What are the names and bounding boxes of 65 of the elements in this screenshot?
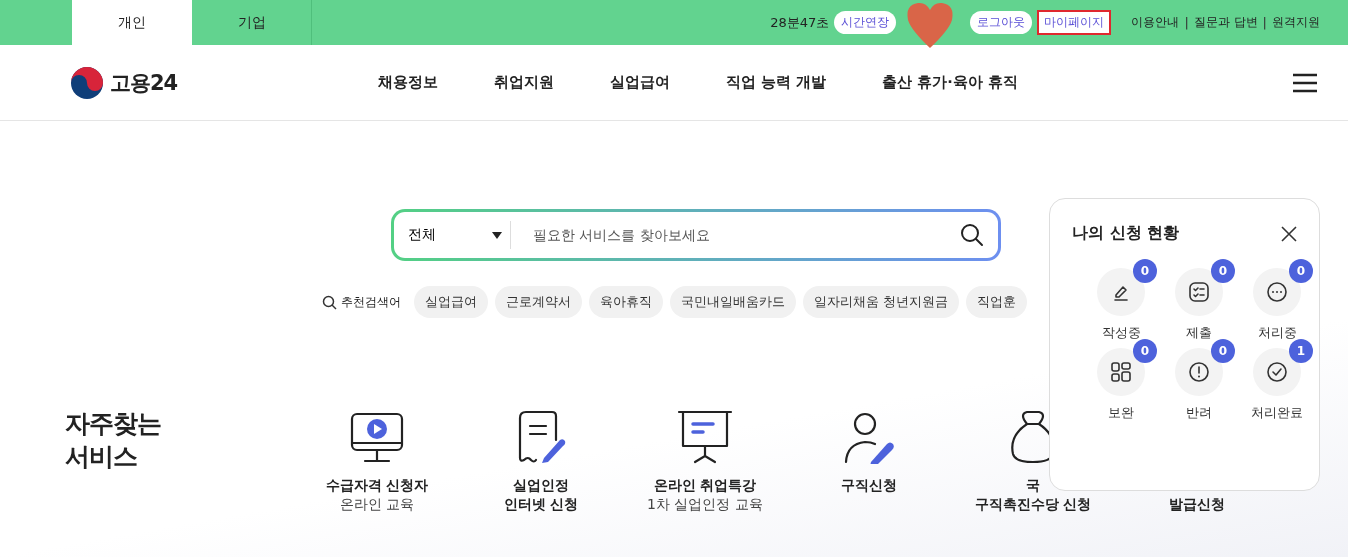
keyword-chip[interactable]: 근로계약서: [495, 286, 582, 318]
top-tab[interactable]: 기업: [192, 0, 312, 45]
service-label[interactable]: 구직촉진수당 신청: [974, 495, 1092, 514]
keyword-chip[interactable]: 직업훈: [966, 286, 1028, 318]
recommended-label: 추천검색어: [341, 293, 401, 311]
status-label: 처리완료: [1251, 404, 1303, 422]
service-label[interactable]: 수급자격 신청자: [325, 476, 429, 495]
top-link[interactable]: 이용안내: [1131, 14, 1180, 31]
top-link[interactable]: 질문과 답변: [1193, 14, 1258, 31]
search-icon[interactable]: [960, 223, 984, 247]
count-badge: 0: [1133, 339, 1157, 363]
extend-session-button[interactable]: 시간연장: [834, 11, 897, 34]
panel-title: 나의 신청 현황: [1072, 223, 1180, 244]
top-link[interactable]: 원격지원: [1272, 14, 1320, 31]
service-label[interactable]: 국: [1026, 476, 1040, 495]
service-label[interactable]: 구직신청: [841, 476, 897, 495]
service-label[interactable]: 실업인정: [513, 476, 569, 495]
status-label: 제출: [1186, 324, 1212, 342]
checklist-icon: [1188, 281, 1210, 303]
check-circle-icon: [1266, 361, 1288, 383]
session-timer: 28분47초: [770, 13, 830, 32]
keyword-chip[interactable]: 육아휴직: [589, 286, 663, 318]
monitor-play-icon: [350, 412, 404, 464]
heart-icon: [905, 0, 956, 50]
logo-icon: [70, 65, 104, 100]
status-label: 보완: [1108, 404, 1134, 422]
link-separator: |: [1184, 15, 1189, 30]
nav-link[interactable]: 채용정보: [350, 73, 466, 92]
status-label: 반려: [1186, 404, 1212, 422]
person-edit-icon: [843, 412, 895, 464]
close-icon[interactable]: [1281, 225, 1297, 242]
service-label[interactable]: 온라인 취업특강: [653, 476, 757, 495]
service-label[interactable]: 온라인 교육: [339, 495, 415, 514]
count-badge: 0: [1211, 339, 1235, 363]
logo-text: 고용24: [110, 69, 178, 97]
service-label[interactable]: 인터넷 신청: [503, 495, 579, 514]
presentation-board-icon: [677, 410, 733, 464]
more-icon: [1266, 281, 1288, 303]
service-label[interactable]: 발급신청: [1169, 495, 1225, 514]
count-badge: 0: [1289, 259, 1313, 283]
section-title: 자주찾는 서비스: [65, 408, 162, 473]
keyword-chip[interactable]: 일자리채움 청년지원금: [803, 286, 960, 318]
nav-link[interactable]: 실업급여: [582, 73, 698, 92]
status-label: 작성중: [1101, 324, 1141, 342]
keyword-chip[interactable]: 실업급여: [414, 286, 488, 318]
nav-link[interactable]: 출산 휴가·육아 휴직: [854, 73, 1046, 92]
link-separator: |: [1262, 15, 1267, 30]
menu-icon[interactable]: [1292, 72, 1318, 93]
status-label: 처리중: [1257, 324, 1297, 342]
search-icon: [322, 294, 337, 310]
service-label[interactable]: 1차 실업인정 교육: [647, 495, 763, 514]
document-edit-icon: [516, 410, 566, 464]
nav-link[interactable]: 취업지원: [466, 73, 582, 92]
logout-button[interactable]: 로그아웃: [970, 11, 1033, 34]
search-field[interactable]: 전체 필요한 서비스를 찾아보세요: [391, 209, 1001, 261]
keyword-chip[interactable]: 국민내일배움카드: [670, 286, 796, 318]
count-badge: 1: [1289, 339, 1313, 363]
count-badge: 0: [1211, 259, 1235, 283]
caret-icon: [492, 231, 502, 239]
count-badge: 0: [1133, 259, 1157, 283]
mypage-button[interactable]: 마이페이지: [1037, 10, 1112, 35]
alert-icon: [1188, 361, 1210, 383]
nav-link[interactable]: 직업 능력 개발: [698, 73, 855, 92]
top-tab[interactable]: 개인: [72, 0, 192, 45]
grid-icon: [1110, 361, 1132, 383]
